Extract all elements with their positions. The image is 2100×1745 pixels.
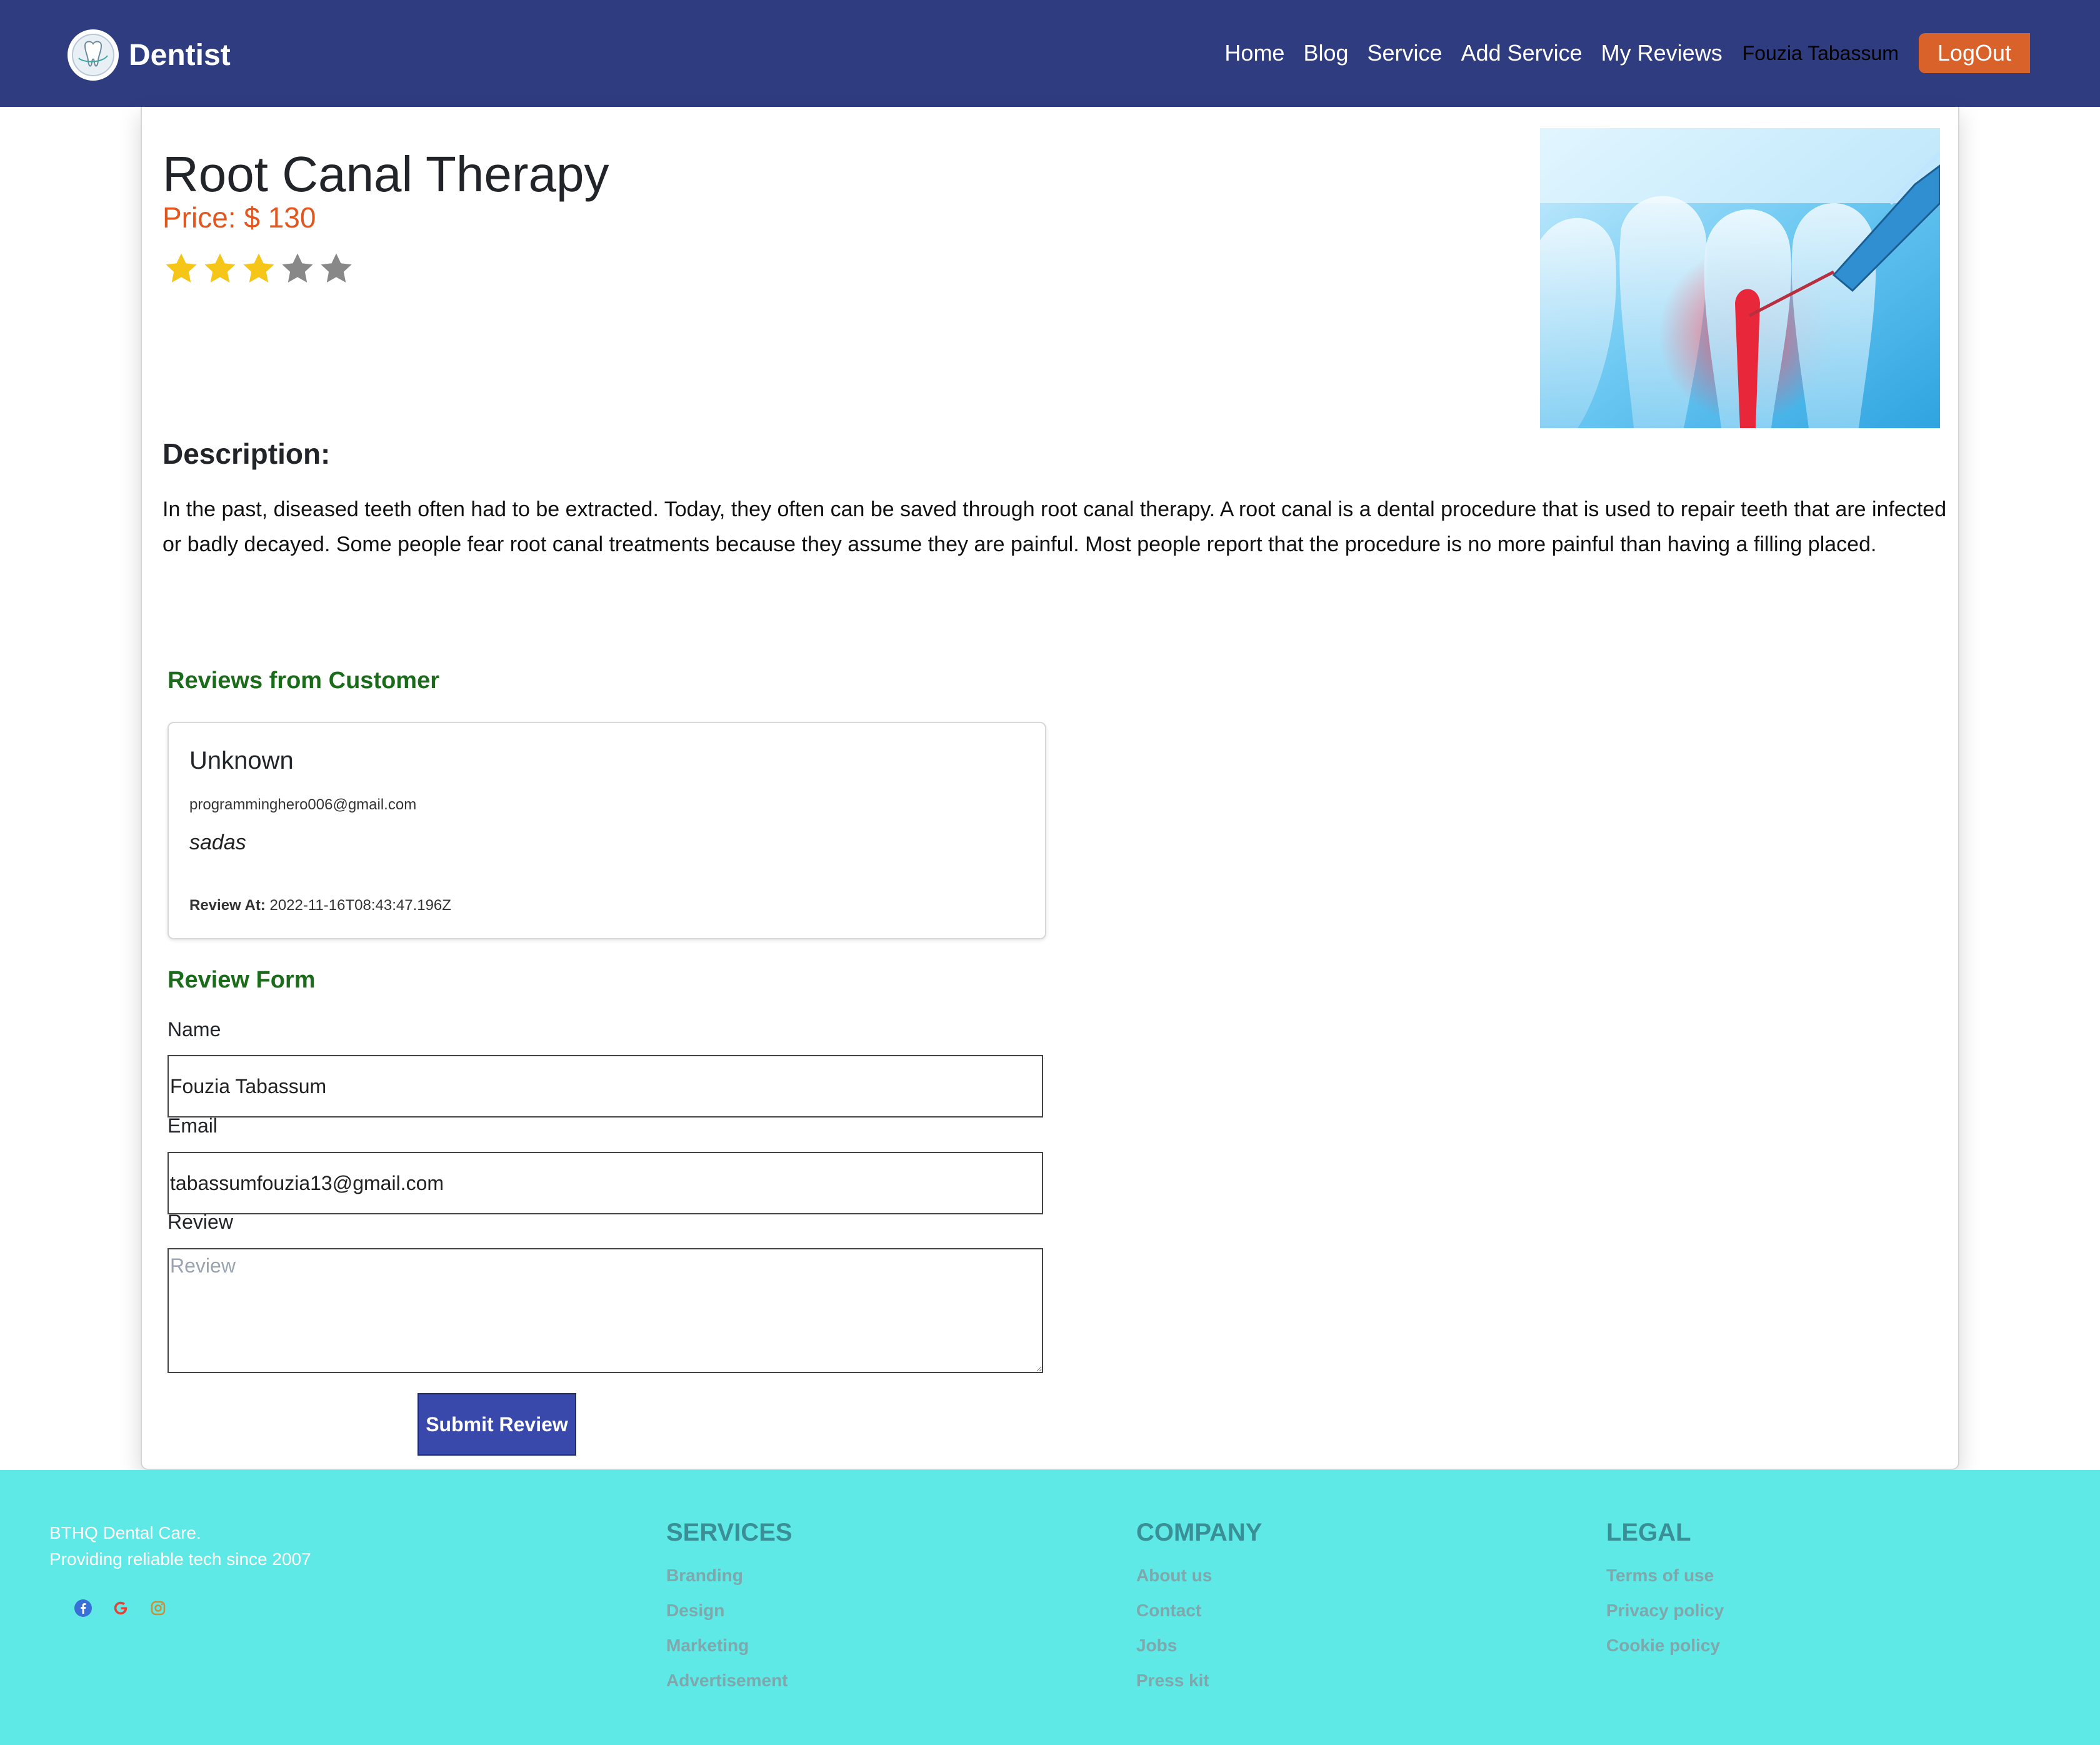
submit-review-button[interactable]: Submit Review <box>418 1393 576 1456</box>
star-filled-icon <box>166 253 197 282</box>
footer-link-press-kit[interactable]: Press kit <box>1136 1663 1262 1698</box>
google-icon[interactable] <box>111 1599 130 1618</box>
footer-legal: LEGAL Terms of use Privacy policy Cookie… <box>1606 1519 1724 1663</box>
rating-stars <box>162 249 356 288</box>
footer-link-terms[interactable]: Terms of use <box>1606 1558 1724 1593</box>
brand[interactable]: Dentist <box>68 29 231 81</box>
footer-company-name: BTHQ Dental Care. <box>49 1523 201 1542</box>
email-label: Email <box>168 1114 218 1137</box>
review-form-heading: Review Form <box>168 967 316 993</box>
footer: BTHQ Dental Care. Providing reliable tec… <box>0 1470 2100 1745</box>
review-card: Unknown programminghero006@gmail.com sad… <box>168 722 1046 939</box>
nav-my-reviews[interactable]: My Reviews <box>1601 40 1722 66</box>
instagram-icon[interactable] <box>149 1599 168 1618</box>
star-filled-icon <box>243 253 274 282</box>
footer-link-branding[interactable]: Branding <box>666 1558 792 1593</box>
footer-about: BTHQ Dental Care. Providing reliable tec… <box>49 1520 311 1572</box>
nav-home[interactable]: Home <box>1224 40 1284 66</box>
footer-link-design[interactable]: Design <box>666 1593 792 1628</box>
review-date-label: Review At: <box>189 897 266 914</box>
footer-legal-heading: LEGAL <box>1606 1519 1691 1546</box>
nav-service[interactable]: Service <box>1368 40 1442 66</box>
nav-links: Home Blog Service Add Service My Reviews… <box>1224 32 2030 74</box>
review-author-email: programminghero006@gmail.com <box>189 796 417 813</box>
review-date-value: 2022-11-16T08:43:47.196Z <box>269 897 451 914</box>
name-label: Name <box>168 1018 221 1041</box>
service-price: Price: $ 130 <box>162 201 316 234</box>
logout-button[interactable]: LogOut <box>1918 33 2030 73</box>
nav-user-name: Fouzia Tabassum <box>1742 41 1899 64</box>
footer-company-heading: COMPANY <box>1136 1519 1262 1546</box>
footer-link-contact[interactable]: Contact <box>1136 1593 1262 1628</box>
footer-link-advertisement[interactable]: Advertisement <box>666 1663 792 1698</box>
footer-link-jobs[interactable]: Jobs <box>1136 1628 1262 1663</box>
footer-company: COMPANY About us Contact Jobs Press kit <box>1136 1519 1262 1698</box>
review-date: Review At: 2022-11-16T08:43:47.196Z <box>189 897 451 914</box>
footer-link-privacy[interactable]: Privacy policy <box>1606 1593 1724 1628</box>
facebook-icon[interactable] <box>74 1599 92 1618</box>
name-field[interactable] <box>168 1055 1043 1118</box>
star-empty-icon <box>321 253 352 282</box>
review-text: sadas <box>189 831 246 854</box>
nav-add-service[interactable]: Add Service <box>1461 40 1582 66</box>
nav-blog[interactable]: Blog <box>1303 40 1348 66</box>
tooth-logo-icon <box>68 29 119 81</box>
star-empty-icon <box>282 253 313 282</box>
review-author-name: Unknown <box>189 747 294 774</box>
navbar: Dentist Home Blog Service Add Service My… <box>0 0 2100 107</box>
footer-link-about[interactable]: About us <box>1136 1558 1262 1593</box>
footer-services-heading: SERVICES <box>666 1519 792 1546</box>
description-heading: Description: <box>162 438 331 470</box>
brand-name: Dentist <box>129 38 231 72</box>
footer-services: SERVICES Branding Design Marketing Adver… <box>666 1519 792 1698</box>
email-field[interactable] <box>168 1152 1043 1214</box>
star-filled-icon <box>204 253 236 282</box>
review-textarea[interactable] <box>168 1248 1043 1373</box>
service-image <box>1540 128 1940 428</box>
reviews-heading: Reviews from Customer <box>168 668 440 694</box>
footer-tagline: Providing reliable tech since 2007 <box>49 1549 311 1569</box>
review-label: Review <box>168 1211 233 1233</box>
service-title: Root Canal Therapy <box>162 146 609 202</box>
service-detail-card: Root Canal Therapy Price: $ 130 Descript… <box>141 107 1959 1470</box>
footer-link-marketing[interactable]: Marketing <box>666 1628 792 1663</box>
footer-link-cookie[interactable]: Cookie policy <box>1606 1628 1724 1663</box>
description-text: In the past, diseased teeth often had to… <box>162 498 1947 556</box>
